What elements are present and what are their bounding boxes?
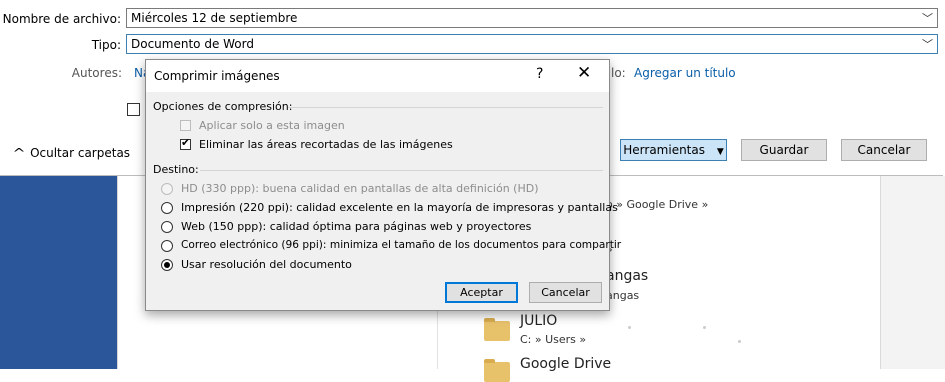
title-label: lo:	[611, 66, 626, 80]
option-email-label: Correo electrónico (96 ppi): minimiza el…	[181, 239, 622, 251]
add-title-link[interactable]: Agregar un título	[634, 66, 736, 80]
authors-label: Autores:	[71, 66, 122, 80]
hide-folders-button[interactable]: ^ Ocultar carpetas	[12, 146, 131, 160]
tools-button[interactable]: Herramientas ▼	[620, 139, 727, 161]
delete-cropped-label: Eliminar las áreas recortadas de las imá…	[199, 138, 453, 151]
option-web-label: Web (150 ppp): calidad óptima para págin…	[181, 220, 532, 233]
group-divider	[200, 170, 603, 171]
filename-field[interactable]: Miércoles 12 de septiembre ﹀	[126, 8, 938, 28]
apply-only-checkbox[interactable]	[180, 120, 191, 131]
compress-images-dialog: Comprimir imágenes ? ✕ Opciones de compr…	[145, 59, 621, 311]
help-button[interactable]: ?	[536, 66, 543, 82]
radio-email[interactable]	[161, 240, 173, 252]
file-type-select[interactable]: Documento de Word ﹀	[126, 34, 938, 54]
folder-icon	[484, 359, 510, 382]
radio-document-resolution[interactable]	[161, 259, 173, 271]
option-hd-label: HD (330 ppp): buena calidad en pantallas…	[181, 182, 539, 195]
chevron-up-icon: ^	[12, 146, 26, 160]
scrollbar[interactable]	[880, 176, 945, 369]
dialog-title: Comprimir imágenes	[154, 69, 280, 83]
radio-print[interactable]	[161, 202, 173, 214]
accept-button[interactable]: Aceptar	[445, 282, 518, 303]
tools-label: Herramientas	[623, 143, 705, 157]
word-backstage-panel	[0, 176, 117, 369]
delete-cropped-checkbox[interactable]: ✔	[180, 136, 191, 150]
group-divider	[288, 107, 603, 108]
folder-icon	[484, 318, 510, 341]
cancel-dialog-button[interactable]: Cancelar	[529, 282, 602, 303]
blurred-text	[628, 326, 631, 329]
dropdown-arrow-icon: ▼	[716, 147, 724, 157]
compression-options-heading: Opciones de compresión:	[153, 100, 293, 113]
hide-folders-label: Ocultar carpetas	[30, 146, 131, 160]
list-item-title[interactable]: JULIO	[520, 313, 557, 329]
option-document-label: Usar resolución del documento	[181, 258, 352, 271]
filename-value: Miércoles 12 de septiembre	[131, 11, 298, 25]
save-button[interactable]: Guardar	[741, 139, 827, 161]
thumbnail-checkbox[interactable]	[127, 103, 140, 116]
list-item-path: C: » Users »	[520, 333, 587, 346]
chevron-down-icon[interactable]: ﹀	[922, 36, 933, 54]
apply-only-label: Aplicar solo a esta imagen	[199, 119, 345, 132]
radio-web[interactable]	[161, 221, 173, 233]
option-print-label: Impresión (220 ppi): calidad excelente e…	[181, 201, 618, 214]
list-item-path: angas	[606, 289, 640, 302]
target-heading: Destino:	[153, 163, 199, 176]
filename-label: Nombre de archivo:	[2, 12, 121, 26]
blurred-text	[703, 326, 706, 329]
radio-selected-dot	[164, 262, 170, 268]
list-item-title[interactable]: angas	[606, 268, 648, 284]
blurred-text	[738, 340, 741, 343]
file-type-value: Documento de Word	[131, 37, 254, 51]
type-label: Tipo:	[91, 38, 121, 52]
check-icon: ✔	[181, 136, 191, 149]
dialog-titlebar: Comprimir imágenes ? ✕	[146, 60, 609, 92]
chevron-down-icon[interactable]: ﹀	[922, 10, 933, 28]
close-icon[interactable]: ✕	[577, 63, 591, 83]
list-item-path: o » Google Drive »	[606, 198, 709, 211]
list-item-title[interactable]: Google Drive	[520, 356, 611, 372]
radio-hd[interactable]	[161, 183, 173, 195]
cancel-button[interactable]: Cancelar	[841, 139, 927, 161]
